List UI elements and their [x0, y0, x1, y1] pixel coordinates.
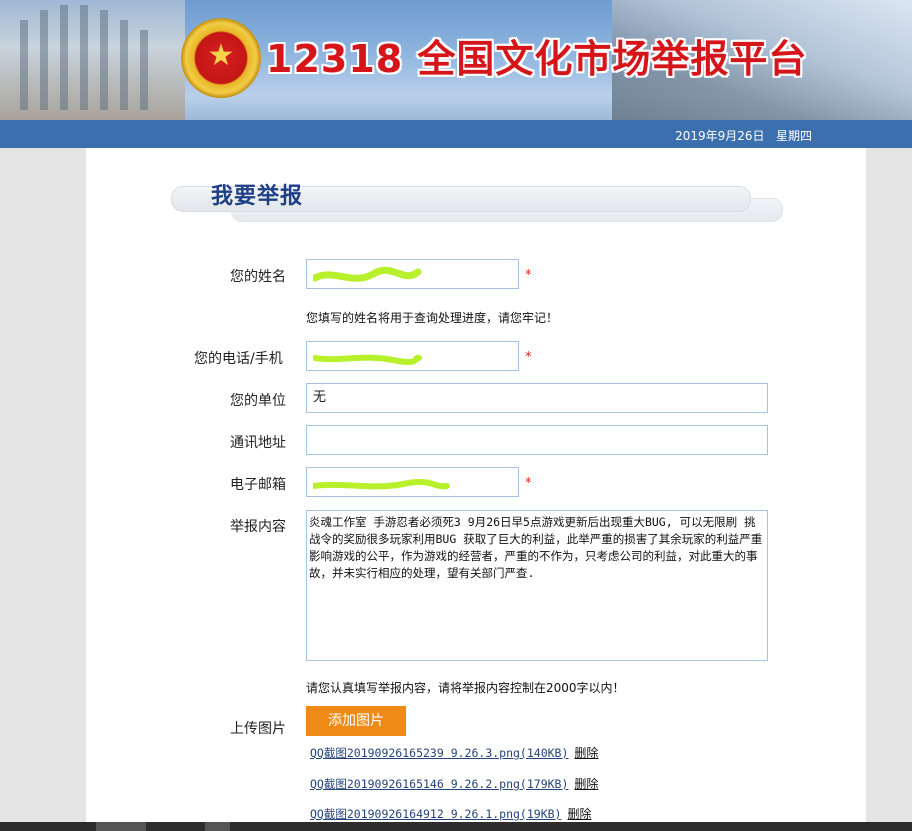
delete-file-link[interactable]: 删除 — [574, 777, 598, 791]
report-hint: 请您认真填写举报内容，请将举报内容控制在2000字以内！ — [306, 681, 625, 695]
redaction-scribble — [313, 479, 450, 490]
delete-file-link[interactable]: 删除 — [567, 807, 591, 821]
taskbar-strip — [0, 822, 912, 831]
name-field[interactable] — [306, 259, 519, 289]
redaction-scribble — [313, 354, 422, 365]
email-label: 电子邮箱 — [230, 477, 286, 493]
uploaded-file-link[interactable]: QQ截图20190926165239 9.26.3.png(140KB) — [310, 746, 568, 760]
uploaded-file-row: QQ截图20190926165146 9.26.2.png(179KB) 删除 — [310, 775, 598, 792]
email-field[interactable] — [306, 467, 519, 497]
delete-file-link[interactable]: 删除 — [574, 746, 598, 760]
address-field[interactable] — [306, 425, 768, 455]
unit-field[interactable]: 无 — [306, 383, 768, 413]
report-content-textarea[interactable]: 炎魂工作室 手游忍者必须死3 9月26日早5点游戏更新后出现重大BUG, 可以无… — [306, 510, 768, 661]
page-title: 我要举报 — [211, 184, 304, 209]
phone-field[interactable] — [306, 341, 519, 371]
uploaded-file-row: QQ截图20190926165239 9.26.3.png(140KB) 删除 — [310, 744, 598, 761]
taskbar-item[interactable] — [96, 822, 146, 831]
uploaded-file-link[interactable]: QQ截图20190926165146 9.26.2.png(179KB) — [310, 777, 568, 791]
date-bar: 2019年9月26日 星期四 — [0, 120, 912, 148]
upload-label: 上传图片 — [230, 721, 286, 737]
building-photo — [0, 0, 185, 120]
required-mark: * — [525, 350, 532, 365]
add-image-button[interactable]: 添加图片 — [306, 706, 406, 736]
redaction-scribble — [313, 266, 422, 282]
required-mark: * — [525, 268, 532, 283]
required-mark: * — [525, 476, 532, 491]
name-label: 您的姓名 — [230, 269, 286, 285]
national-emblem-icon: ★ — [181, 18, 261, 98]
unit-label: 您的单位 — [230, 393, 286, 409]
site-title: 12318 全国文化市场举报平台 — [266, 37, 808, 81]
phone-label: 您的电话/手机 — [194, 351, 283, 367]
current-date: 2019年9月26日 星期四 — [675, 129, 812, 143]
taskbar-item[interactable] — [205, 822, 230, 831]
name-hint: 您填写的姓名将用于查询处理进度，请您牢记！ — [306, 311, 559, 325]
report-form-panel: 我要举报 您的姓名 * 您填写的姓名将用于查询处理进度，请您牢记！ 您的电话/手… — [86, 148, 866, 831]
uploaded-file-row: QQ截图20190926164912 9.26.1.png(19KB) 删除 — [310, 805, 592, 822]
report-label: 举报内容 — [230, 519, 286, 535]
site-banner: ★ 12318 全国文化市场举报平台 — [0, 0, 912, 120]
uploaded-file-link[interactable]: QQ截图20190926164912 9.26.1.png(19KB) — [310, 807, 561, 821]
address-label: 通讯地址 — [230, 435, 286, 451]
